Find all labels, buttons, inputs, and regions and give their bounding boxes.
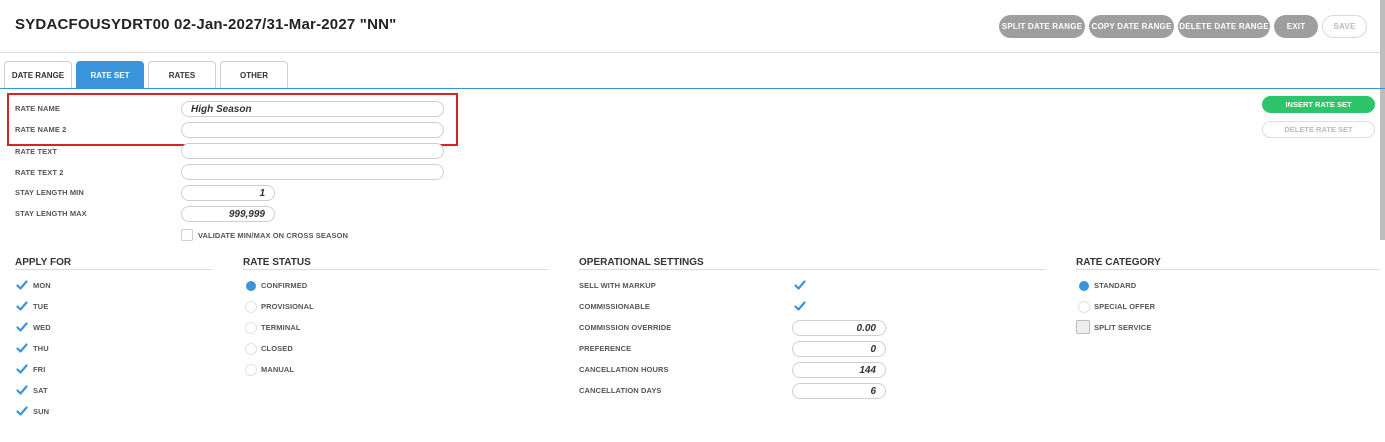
operational-settings-title: OPERATIONAL SETTINGS (579, 257, 704, 268)
cancellation-hours-label: CANCELLATION HOURS (579, 365, 669, 374)
checkmark-icon[interactable] (16, 300, 28, 312)
tab-rate-set[interactable]: RATE SET (76, 61, 144, 88)
exit-button[interactable]: EXIT (1274, 15, 1318, 38)
scrollbar[interactable] (1380, 0, 1385, 240)
category-label-standard: STANDARD (1094, 281, 1137, 290)
preference-input[interactable]: 0 (792, 341, 886, 357)
stay-length-max-input[interactable]: 999,999 (181, 206, 275, 222)
commission-override-label: COMMISSION OVERRIDE (579, 323, 672, 332)
radio-special-offer[interactable] (1078, 301, 1090, 313)
radio-confirmed[interactable] (246, 281, 256, 291)
checkmark-icon[interactable] (16, 363, 28, 375)
day-label-thu: THU (33, 344, 49, 353)
rate-status-divider (243, 269, 549, 270)
tab-date-range[interactable]: DATE RANGE (4, 61, 72, 88)
page-header: SYDACFOUSYDRT00 02-Jan-2027/31-Mar-2027 … (0, 0, 1385, 53)
day-label-sun: SUN (33, 407, 50, 416)
apply-for-divider (15, 269, 213, 270)
rate-text-input[interactable] (181, 143, 444, 159)
split-date-range-button[interactable]: SPLIT DATE RANGE (999, 15, 1085, 38)
rate-text-2-label: RATE TEXT 2 (15, 168, 64, 177)
checkmark-icon[interactable] (794, 300, 806, 312)
highlight-box (7, 93, 458, 146)
status-label-provisional: PROVISIONAL (261, 302, 314, 311)
rate-category-title: RATE CATEGORY (1076, 257, 1161, 268)
rate-text-label: RATE TEXT (15, 147, 58, 156)
radio-provisional[interactable] (245, 301, 257, 313)
stay-length-max-label: STAY LENGTH MAX (15, 209, 87, 218)
save-button[interactable]: SAVE (1322, 15, 1367, 38)
checkmark-icon[interactable] (794, 279, 806, 291)
category-label-special-offer: SPECIAL OFFER (1094, 302, 1156, 311)
rate-status-title: RATE STATUS (243, 257, 311, 268)
status-label-manual: MANUAL (261, 365, 295, 374)
commission-override-input[interactable]: 0.00 (792, 320, 886, 336)
sell-with-markup-label: SELL WITH MARKUP (579, 281, 656, 290)
radio-terminal[interactable] (245, 322, 257, 334)
day-label-wed: WED (33, 323, 51, 332)
radio-manual[interactable] (245, 364, 257, 376)
insert-rate-set-button[interactable]: INSERT RATE SET (1262, 96, 1375, 113)
day-label-mon: MON (33, 281, 51, 290)
checkmark-icon[interactable] (16, 342, 28, 354)
copy-date-range-button[interactable]: COPY DATE RANGE (1089, 15, 1174, 38)
status-label-confirmed: CONFIRMED (261, 281, 308, 290)
apply-for-title: APPLY FOR (15, 257, 72, 268)
checkmark-icon[interactable] (16, 321, 28, 333)
day-label-sat: SAT (33, 386, 48, 395)
day-label-fri: FRI (33, 365, 46, 374)
split-service-checkbox[interactable] (1076, 320, 1090, 334)
rate-text-2-input[interactable] (181, 164, 444, 180)
tab-underline (0, 88, 1385, 89)
rate-category-divider (1076, 269, 1380, 270)
delete-rate-set-button[interactable]: DELETE RATE SET (1262, 121, 1375, 138)
operational-settings-divider (579, 269, 1046, 270)
status-label-terminal: TERMINAL (261, 323, 301, 332)
tab-rates[interactable]: RATES (148, 61, 216, 88)
status-label-closed: CLOSED (261, 344, 293, 353)
checkmark-icon[interactable] (16, 384, 28, 396)
cancellation-days-input[interactable]: 6 (792, 383, 886, 399)
cancellation-hours-input[interactable]: 144 (792, 362, 886, 378)
delete-date-range-button[interactable]: DELETE DATE RANGE (1178, 15, 1270, 38)
preference-label: PREFERENCE (579, 344, 632, 353)
checkmark-icon[interactable] (16, 405, 28, 417)
tab-other[interactable]: OTHER (220, 61, 288, 88)
stay-length-min-input[interactable]: 1 (181, 185, 275, 201)
page-title: SYDACFOUSYDRT00 02-Jan-2027/31-Mar-2027 … (15, 16, 397, 33)
commissionable-label: COMMISSIONABLE (579, 302, 650, 311)
cancellation-days-label: CANCELLATION DAYS (579, 386, 662, 395)
validate-checkbox[interactable] (181, 229, 193, 241)
stay-length-min-label: STAY LENGTH MIN (15, 188, 84, 197)
checkmark-icon[interactable] (16, 279, 28, 291)
validate-label: VALIDATE MIN/MAX ON CROSS SEASON (198, 231, 349, 240)
radio-closed[interactable] (245, 343, 257, 355)
split-service-label: SPLIT SERVICE (1094, 323, 1152, 332)
radio-standard[interactable] (1079, 281, 1089, 291)
day-label-tue: TUE (33, 302, 49, 311)
